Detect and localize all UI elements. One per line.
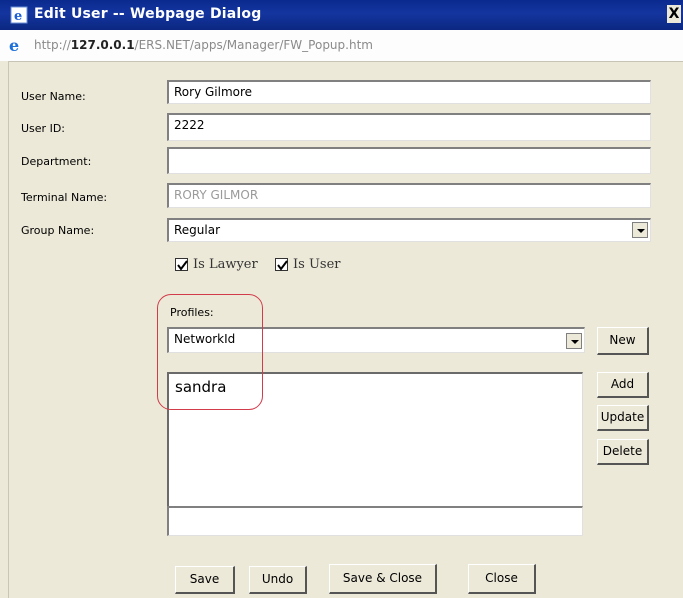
new-profile-button[interactable]: New xyxy=(597,327,649,355)
close-button[interactable]: Close xyxy=(468,564,536,594)
window-title: Edit User -- Webpage Dialog xyxy=(34,6,262,22)
profiles-label: Profiles: xyxy=(170,306,214,319)
group-name-label: Group Name: xyxy=(21,224,95,237)
checkmark-icon xyxy=(277,260,288,271)
department-input[interactable] xyxy=(167,147,651,174)
group-name-value: Regular xyxy=(174,223,221,237)
delete-profile-button[interactable]: Delete xyxy=(597,439,649,465)
department-label: Department: xyxy=(21,155,92,168)
is-lawyer-label: Is Lawyer xyxy=(193,257,258,272)
is-user-checkbox[interactable] xyxy=(275,258,288,271)
address-bar: e http://127.0.0.1/ERS.NET/apps/Manager/… xyxy=(0,30,683,62)
svg-text:e: e xyxy=(14,9,22,24)
address-host: 127.0.0.1 xyxy=(70,38,135,52)
user-name-label: User Name: xyxy=(21,90,86,103)
user-id-label: User ID: xyxy=(21,122,65,135)
save-close-button[interactable]: Save & Close xyxy=(329,564,437,594)
address-path: /ERS.NET/apps/Manager/FW_Popup.htm xyxy=(134,38,373,52)
terminal-name-label: Terminal Name: xyxy=(21,191,108,204)
chevron-down-icon[interactable] xyxy=(566,333,582,349)
save-button[interactable]: Save xyxy=(175,566,235,594)
chevron-down-icon[interactable] xyxy=(632,222,648,238)
update-profile-button[interactable]: Update xyxy=(597,405,649,431)
profile-entry-input[interactable] xyxy=(167,506,583,536)
terminal-name-input[interactable]: RORY GILMOR xyxy=(167,183,651,208)
close-window-button[interactable]: X xyxy=(667,5,681,23)
group-name-select[interactable]: Regular xyxy=(167,218,651,242)
profile-type-value: NetworkId xyxy=(174,332,236,346)
profile-type-select[interactable]: NetworkId xyxy=(167,327,585,353)
add-profile-button[interactable]: Add xyxy=(597,372,649,398)
user-id-input[interactable]: 2222 xyxy=(167,113,651,141)
dialog-frame-left xyxy=(0,61,9,598)
svg-text:e: e xyxy=(9,37,19,53)
profile-list-item[interactable]: sandra xyxy=(175,378,226,396)
title-bar: e Edit User -- Webpage Dialog X xyxy=(0,0,683,30)
ie-logo-icon: e xyxy=(8,36,24,55)
dialog-content: User Name: Rory Gilmore User ID: 2222 De… xyxy=(9,62,683,598)
ie-page-icon: e xyxy=(10,6,28,24)
address-url: http://127.0.0.1/ERS.NET/apps/Manager/FW… xyxy=(34,38,373,52)
user-name-input[interactable]: Rory Gilmore xyxy=(167,80,651,104)
undo-button[interactable]: Undo xyxy=(249,566,307,594)
address-prefix: http:// xyxy=(34,38,71,52)
is-lawyer-checkbox[interactable] xyxy=(175,258,188,271)
checkmark-icon xyxy=(177,260,188,271)
is-user-label: Is User xyxy=(293,257,341,272)
